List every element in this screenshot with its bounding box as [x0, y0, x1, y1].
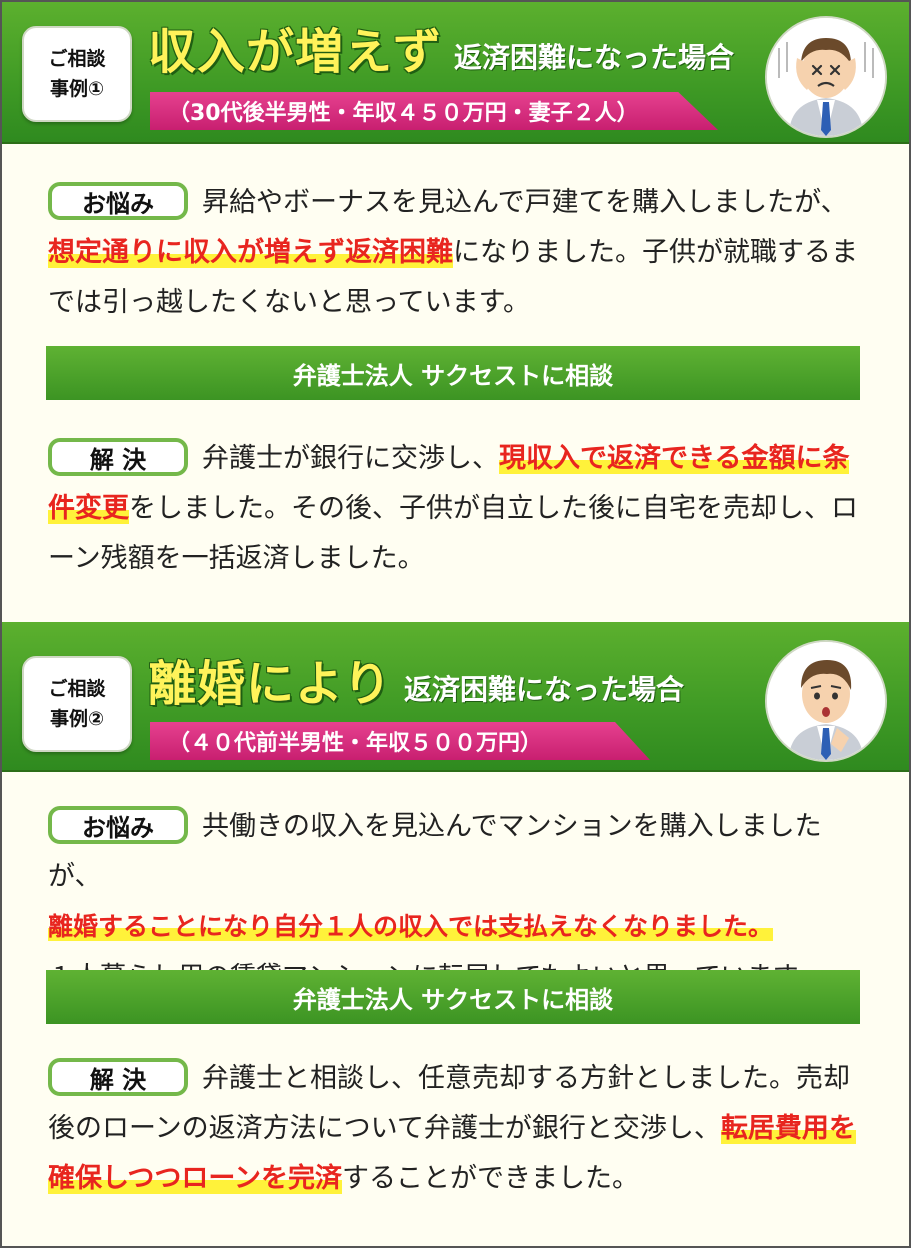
case-2: ご相談 事例② 離婚により 返済困難になった場合 （４０代前半男性・年収５００万… — [2, 622, 909, 1248]
case-2-worry-highlight: 離婚することになり自分１人の収入では支払えなくなりました。 — [48, 912, 774, 941]
case-1-tag-line1: ご相談 — [48, 48, 106, 70]
case-1-solution-text1: 弁護士が銀行に交渉し、 — [202, 443, 499, 474]
case-1-solution-text2: をしました。その後、子供が自立した後に自宅を売却し、ローン残額を一括返済しました… — [48, 493, 858, 574]
case-1-headline: 収入が増えず 返済困難になった場合 — [148, 18, 734, 82]
case-1-profile-ribbon: （30代後半男性・年収４５０万円・妻子２人） — [150, 92, 718, 130]
case-1-tag: ご相談 事例① — [22, 26, 132, 122]
case-2-headline: 離婚により 返済困難になった場合 — [148, 650, 684, 714]
case-1-worry-text1: 昇給やボーナスを見込んで戸建てを購入しましたが、 — [202, 187, 848, 218]
case-2-tag-line2: 事例② — [49, 708, 105, 730]
case-1-consult-bar: 弁護士法人 サクセストに相談 — [46, 346, 860, 400]
case-2-tag: ご相談 事例② — [22, 656, 132, 752]
case-1-worry-highlight: 想定通りに収入が増えず返済困難 — [48, 237, 453, 268]
distressed-man-avatar-icon — [765, 16, 887, 138]
case-2-headline-small: 返済困難になった場合 — [404, 673, 685, 706]
case-2-banner: ご相談 事例② 離婚により 返済困難になった場合 （４０代前半男性・年収５００万… — [2, 622, 909, 772]
solution-label: 解 決 — [48, 437, 188, 476]
case-2-solution: 解 決弁護士と相談し、任意売却する方針としました。売却後のローンの返済方法につい… — [48, 1054, 868, 1204]
case-1-headline-small: 返済困難になった場合 — [454, 41, 735, 74]
case-1-tag-line2: 事例① — [49, 78, 105, 100]
case-1-worry: お悩み 昇給やボーナスを見込んで戸建てを購入しましたが、想定通りに収入が増えず返済… — [48, 178, 868, 328]
case-2-tag-line1: ご相談 — [48, 678, 106, 700]
case-1-solution: 解 決弁護士が銀行に交渉し、現収入で返済できる金額に条件変更をしました。その後、… — [48, 434, 868, 584]
case-2-solution-text2: することができました。 — [342, 1163, 640, 1194]
case-2-headline-big: 離婚により — [148, 656, 393, 712]
solution-label: 解 決 — [48, 1057, 188, 1096]
case-2-profile-ribbon: （４０代前半男性・年収５００万円） — [150, 722, 650, 760]
worry-label: お悩み — [48, 181, 188, 220]
worried-man-avatar-icon — [765, 640, 887, 762]
case-2-consult-bar: 弁護士法人 サクセストに相談 — [46, 970, 860, 1024]
case-1-banner: ご相談 事例① 収入が増えず 返済困難になった場合 （30代後半男性・年収４５０… — [2, 2, 909, 144]
case-1: ご相談 事例① 収入が増えず 返済困難になった場合 （30代後半男性・年収４５０… — [2, 2, 909, 614]
case-1-headline-big: 収入が増えず — [148, 24, 443, 80]
worry-label: お悩み — [48, 805, 188, 844]
